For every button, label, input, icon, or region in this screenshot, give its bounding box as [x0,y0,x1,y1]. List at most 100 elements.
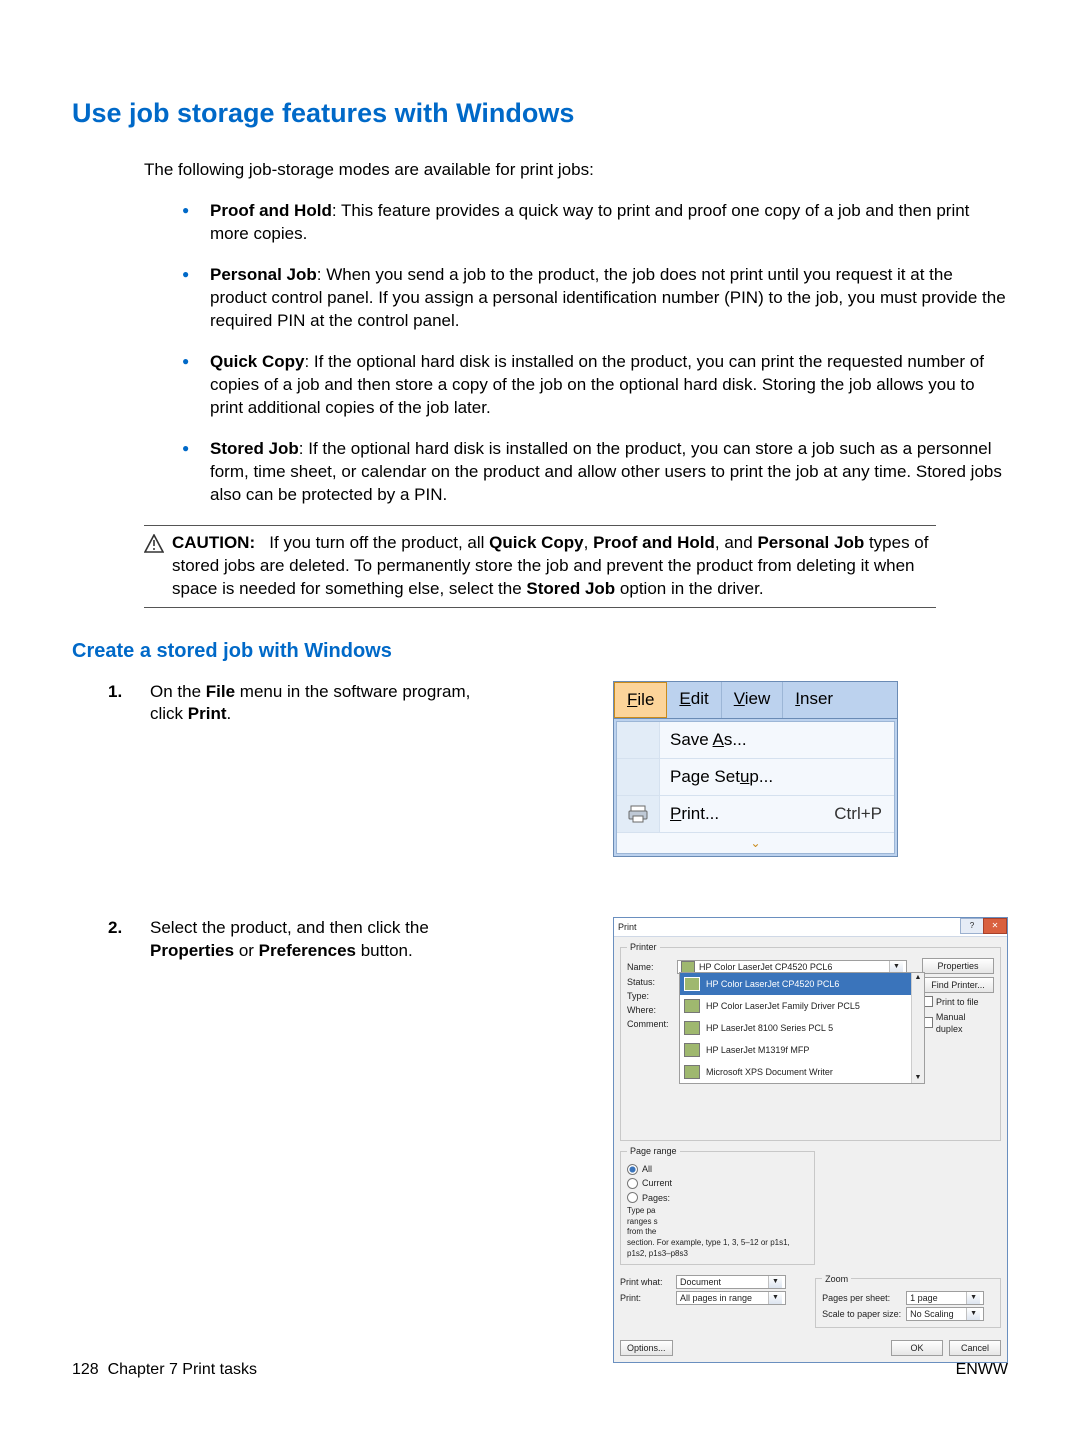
step-text: Select the product, and then click the P… [150,917,490,963]
menu-item-print[interactable]: Print... Ctrl+P Print... [617,796,894,833]
footer-right: ENWW [956,1359,1008,1381]
pages-per-sheet-label: Pages per sheet: [822,1292,902,1304]
caution-icon [144,534,164,554]
bullet-item: Personal Job: When you send a job to the… [182,264,1008,333]
print-label: Print: [620,1292,672,1304]
cancel-button[interactable]: Cancel [949,1340,1001,1356]
zoom-group: Zoom Pages per sheet: 1 page▼ Scale to p… [815,1273,1001,1328]
menubar: File Edit View Inser File Edit View Inse… [614,682,897,720]
zoom-legend: Zoom [822,1273,851,1285]
bullet-term: Personal Job [210,265,317,284]
print-what-combo[interactable]: Document▼ [676,1275,786,1289]
bullet-text: : If the optional hard disk is installed… [210,352,984,417]
dialog-titlebar: Print ? ✕ [614,918,1007,937]
bullet-item: Quick Copy: If the optional hard disk is… [182,351,1008,420]
print-combo[interactable]: All pages in range▼ [676,1291,786,1305]
caution-label: CAUTION: [172,533,255,552]
options-button[interactable]: Options... [620,1340,673,1356]
printer-icon [617,796,660,832]
printer-option[interactable]: HP Color LaserJet CP4520 PCL6 [680,973,924,995]
scale-label: Scale to paper size: [822,1308,902,1320]
printer-icon [684,1021,700,1035]
bullet-list: Proof and Hold: This feature provides a … [182,200,1008,506]
chevron-down-icon: ▼ [768,1292,782,1304]
page-number: 128 [72,1361,99,1378]
caution-part: , and [715,533,758,552]
caution-box: CAUTION: If you turn off the product, al… [144,525,936,608]
menu-view[interactable]: View [722,682,784,719]
caution-text: CAUTION: If you turn off the product, al… [172,532,936,601]
menu-item-page-setup[interactable]: Page Setup... Page Setup... [617,759,894,796]
radio-pages[interactable] [627,1192,638,1203]
bullet-item: Proof and Hold: This feature provides a … [182,200,1008,246]
caution-part: option in the driver. [615,579,763,598]
printer-group: Printer Name: HP Color LaserJet CP4520 P… [620,941,1001,1141]
page-footer: 128 Chapter 7 Print tasks ENWW [72,1359,1008,1381]
menu-item-save-as[interactable]: Save As... Save As... [617,722,894,759]
comment-label: Comment: [627,1018,673,1030]
subsection-heading: Create a stored job with Windows [72,638,1008,665]
printer-dropdown-list[interactable]: HP Color LaserJet CP4520 PCL6 HP Color L… [679,972,925,1084]
bullet-text: : If the optional hard disk is installed… [210,439,1002,504]
printer-option[interactable]: HP LaserJet M1319f MFP [680,1039,924,1061]
properties-button[interactable]: Properties [922,958,994,974]
print-dialog-figure: Print ? ✕ Printer Name: [613,917,1008,1362]
radio-current[interactable] [627,1178,638,1189]
ok-button[interactable]: OK [891,1340,943,1356]
chevron-down-icon: ▼ [966,1308,980,1320]
pages-hint: section. For example, type 1, 3, 5–12 or… [627,1238,808,1260]
step-row: 2. Select the product, and then click th… [108,917,1008,1362]
printer-icon [684,1043,700,1057]
printer-icon [684,999,700,1013]
type-label: Type: [627,990,673,1002]
bullet-term: Proof and Hold [210,201,332,220]
pages-hint-pre: Type pa ranges s from the [627,1206,808,1238]
page-range-group: Page range All Current Pages: Type pa ra… [620,1145,815,1265]
file-dropdown: Save As... Save As... Page Setup... Page… [616,721,895,854]
chapter-label: Chapter 7 Print tasks [108,1361,257,1378]
caution-term: Proof and Hold [593,533,715,552]
scrollbar[interactable]: ▲ ▼ [911,973,924,1083]
bullet-term: Stored Job [210,439,299,458]
printer-option[interactable]: Microsoft XPS Document Writer [680,1061,924,1083]
printer-icon [684,1065,700,1079]
help-button[interactable]: ? [960,918,984,934]
pages-per-sheet-combo[interactable]: 1 page▼ [906,1291,984,1305]
dialog-title: Print [618,921,637,933]
radio-all[interactable] [627,1164,638,1175]
name-label: Name: [627,961,673,973]
blank-icon [617,722,660,758]
caution-term: Stored Job [526,579,615,598]
section-heading: Use job storage features with Windows [72,95,1008,131]
close-button[interactable]: ✕ [983,918,1007,934]
bullet-term: Quick Copy [210,352,304,371]
bullet-text: : When you send a job to the product, th… [210,265,1006,330]
intro-text: The following job-storage modes are avai… [144,159,1008,182]
step-text: On the File menu in the software program… [150,681,490,727]
scale-combo[interactable]: No Scaling▼ [906,1307,984,1321]
print-to-file-checkbox[interactable]: Print to file [922,996,994,1008]
menu-file[interactable]: File [614,682,667,719]
find-printer-button[interactable]: Find Printer... [922,977,994,993]
manual-duplex-checkbox[interactable]: Manual duplex [922,1011,994,1035]
page-range-legend: Page range [627,1145,680,1157]
caution-part: If you turn off the product, all [269,533,489,552]
menu-insert[interactable]: Inser [783,682,845,719]
menu-expand[interactable]: ⌄ [617,833,894,853]
printer-option[interactable]: HP LaserJet 8100 Series PCL 5 [680,1017,924,1039]
printer-legend: Printer [627,941,660,953]
chevron-down-icon: ▼ [768,1276,782,1288]
printer-option[interactable]: HP Color LaserJet Family Driver PCL5 [680,995,924,1017]
chevron-down-icon: ⌄ [750,837,760,849]
caution-part: , [584,533,593,552]
print-what-label: Print what: [620,1276,672,1288]
menu-edit[interactable]: Edit [667,682,721,719]
blank-icon [617,759,660,795]
scroll-up-icon: ▲ [915,973,922,982]
scroll-down-icon: ▼ [915,1073,922,1082]
status-label: Status: [627,976,673,988]
step-row: 1. On the File menu in the software prog… [108,681,1008,858]
bullet-item: Stored Job: If the optional hard disk is… [182,438,1008,507]
chevron-down-icon: ▼ [966,1292,980,1304]
file-menu-figure: File Edit View Inser File Edit View Inse… [613,681,898,858]
